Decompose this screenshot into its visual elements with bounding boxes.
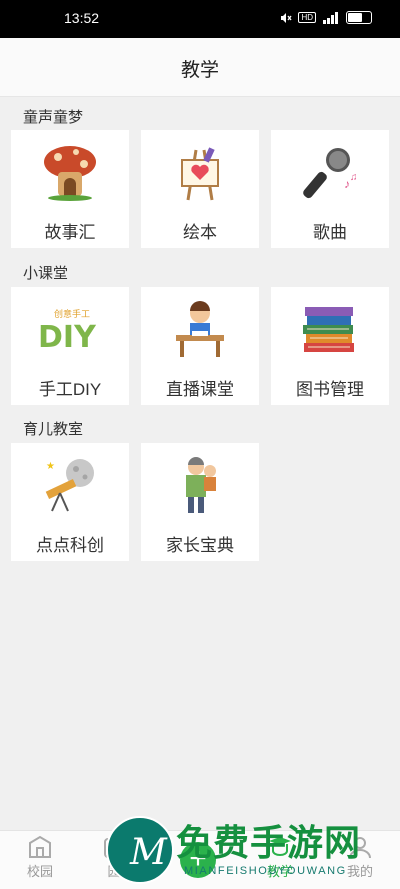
grid-item-label: 直播课堂: [166, 380, 234, 399]
diy-text-icon: 创意手工 DIY: [40, 308, 97, 355]
nav-label: 校园: [26, 864, 53, 879]
diy-caption: 创意手工: [54, 308, 90, 320]
grid-item-story[interactable]: 故事汇: [11, 130, 129, 248]
grid-item-songs[interactable]: ♪ ♫ 歌曲: [271, 130, 389, 248]
mute-icon: [281, 12, 292, 23]
grid-item-label: 图书管理: [296, 380, 364, 399]
easel-heart-icon: [181, 147, 219, 201]
watermark: M + 免费手游网 MIANFEISHOUYOUWANG: [100, 812, 400, 888]
status-bar: 13:52 HD: [0, 0, 400, 38]
grid-item-label: 家长宝典: [166, 536, 234, 555]
microphone-icon: ♪ ♫: [303, 148, 358, 199]
book-stack-icon: [303, 307, 354, 352]
grid-item-label: 点点科创: [36, 536, 104, 555]
grid-item-parent-guide[interactable]: 家长宝典: [141, 443, 259, 561]
svg-text:★: ★: [46, 461, 55, 472]
section-title-small-class: 小课堂: [23, 265, 69, 282]
watermark-url: MIANFEISHOUYOUWANG: [184, 865, 347, 877]
hd-badge: HD: [298, 12, 316, 23]
signal-icon: [323, 11, 338, 24]
svg-text:♫: ♫: [350, 172, 358, 183]
grid-item-diy[interactable]: 创意手工 DIY 手工DIY: [11, 287, 129, 405]
student-desk-icon: [176, 301, 224, 357]
watermark-logo: M: [106, 816, 174, 884]
section-title-parenting: 育儿教室: [23, 421, 84, 438]
status-icons: HD: [280, 11, 372, 24]
diy-text: DIY: [40, 320, 97, 355]
grid-item-label: 手工DIY: [38, 380, 102, 399]
grid-item-science[interactable]: ★ 点点科创: [11, 443, 129, 561]
battery-icon: [346, 11, 372, 24]
school-icon: [29, 835, 51, 858]
mushroom-house-icon: [44, 146, 96, 201]
app-header: 教学: [0, 38, 400, 97]
grid-item-label: 歌曲: [313, 223, 347, 242]
grid-item-live-class[interactable]: 直播课堂: [141, 287, 259, 405]
parent-child-icon: [186, 457, 216, 513]
grid-item-label: 绘本: [183, 223, 217, 242]
grid-item-library[interactable]: 图书管理: [271, 287, 389, 405]
telescope-moon-icon: ★: [45, 459, 94, 512]
watermark-text: 免费手游网: [176, 822, 362, 863]
page-title: 教学: [180, 60, 219, 81]
nav-item-campus[interactable]: 校园: [10, 833, 70, 880]
section-title-tongsheng: 童声童梦: [23, 109, 84, 126]
grid-item-label: 故事汇: [44, 223, 96, 242]
status-time: 13:52: [64, 10, 100, 26]
watermark-logo-letter: M: [130, 832, 167, 873]
grid-item-picture-book[interactable]: 绘本: [141, 130, 259, 248]
